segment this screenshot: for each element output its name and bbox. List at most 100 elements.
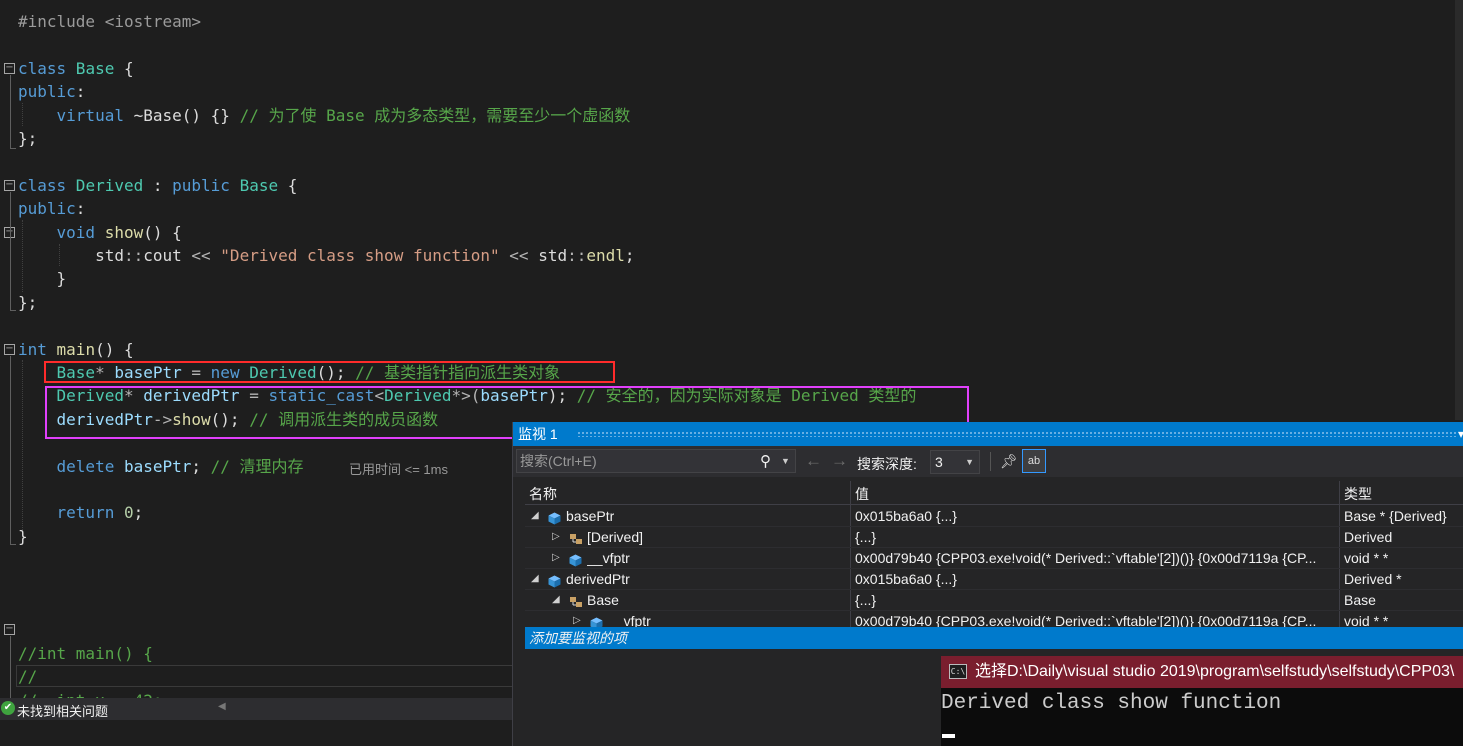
fold-guide [10,75,11,148]
search-depth-label: 搜索深度: [857,456,917,472]
expanded-arrow-icon[interactable]: ◢ [552,590,560,610]
code-token: << [499,246,539,265]
code-token: "Derived class show function" [220,246,500,265]
code-token: endl [586,246,625,265]
code-line[interactable]: }; [18,127,37,150]
watch-name-cell: derivedPtr [566,571,630,587]
code-token: << [181,246,221,265]
object-icon [548,573,561,588]
code-token: 0 [114,503,134,523]
indent-guide [22,103,23,126]
fold-toggle-icon[interactable]: − [4,63,15,74]
watch-value-cell: 0x015ba6a0 {...} [855,508,957,524]
expanded-arrow-icon[interactable]: ◢ [531,506,539,526]
code-token: return [18,503,115,523]
code-token: public [18,82,76,102]
code-line[interactable]: virtual ~Base() {} // 为了使 Base 成为多态类型，需要… [18,104,631,127]
watch-toolbar: 搜索(Ctrl+E) ⚲ ▼ ← → 搜索深度: 3 ▼ 📌︎ ab [513,446,1463,477]
code-token: // 清理内存 [210,456,304,476]
fold-toggle-icon[interactable]: − [4,344,15,355]
console-app-icon: C:\ [949,664,967,679]
watch-row[interactable]: ◢ basePtr 0x015ba6a0 {...} Base * {Derived} [525,506,1463,527]
code-line[interactable]: #include <iostream> [18,10,201,33]
add-watch-item[interactable]: 添加要监视的项 [525,627,1463,649]
code-token: ~Base() {} [123,105,240,125]
chevron-down-icon: ▼ [965,457,974,467]
pin-icon[interactable]: 📌︎ [998,450,1020,472]
code-line[interactable]: class Derived : public Base { [18,174,297,197]
column-header-type[interactable]: 类型 [1344,484,1372,504]
watch-row[interactable]: ▷ __vfptr 0x00d79b40 {CPP03.exe!void(* Der… [525,548,1463,569]
code-line[interactable]: void show() { [18,221,182,244]
code-token: basePtr [114,456,192,476]
fold-guide [10,192,11,310]
window-menu-icon[interactable]: ▾ [1458,422,1463,446]
fold-guide [10,636,11,698]
indent-guide [22,220,23,292]
object-icon [590,615,603,630]
code-token: // 为了使 Base 成为多态类型，需要至少一个虚函数 [239,105,631,125]
column-header-name[interactable]: 名称 [529,484,557,504]
expanded-arrow-icon[interactable]: ◢ [531,569,539,589]
watch-type-cell: Derived * [1344,571,1402,587]
issues-status[interactable]: 未找到相关问题 [17,701,108,720]
collapsed-arrow-icon[interactable]: ▷ [552,548,560,568]
hex-display-icon[interactable]: ab [1022,449,1046,473]
code-token: () { [95,339,134,359]
editor-scrollbar[interactable] [1455,0,1463,420]
code-line[interactable]: std::cout << "Derived class show functio… [18,244,634,267]
code-line[interactable]: } [18,267,67,290]
fold-guide-end [10,544,16,545]
code-token: } [18,269,67,289]
arrow-left-icon[interactable]: ← [805,451,822,471]
object-icon [548,510,561,525]
code-token: :: [567,246,587,265]
search-depth-value: 3 [935,454,943,470]
perf-tip[interactable]: 已用时间 <= 1ms [349,459,448,478]
indent-guide [22,360,23,530]
code-token: void [18,222,96,242]
watch-title-bar[interactable]: 监视 1 ▾ [513,422,1463,446]
class-icon [569,531,582,544]
code-token: () { [143,222,182,242]
scroll-left-icon[interactable]: ◀ [218,701,226,712]
console-cursor [942,734,955,738]
search-input[interactable]: 搜索(Ctrl+E) [516,449,796,473]
code-line[interactable]: delete basePtr; // 清理内存 [18,455,304,478]
fold-guide [10,356,11,544]
current-line-highlight [16,665,513,687]
code-line[interactable]: //int main() { [18,642,153,665]
indent-guide [59,244,60,266]
code-token: Base [66,58,115,78]
watch-value-cell: 0x00d79b40 {CPP03.exe!void(* Derived::`v… [855,550,1317,566]
grid-header: 名称 值 类型 [525,481,1463,505]
chevron-down-icon[interactable]: ▼ [781,456,790,466]
fold-toggle-icon[interactable]: − [4,624,15,635]
check-icon[interactable]: ✔ [1,701,15,715]
watch-value-cell: {...} [855,592,877,608]
code-token: virtual [18,105,124,125]
console-window: C:\ 选择D:\Daily\visual studio 2019\progra… [941,656,1463,746]
watch-value-cell: 0x015ba6a0 {...} [855,571,957,587]
code-token: public [18,199,76,219]
fold-toggle-icon[interactable]: − [4,180,15,191]
column-header-value[interactable]: 值 [855,484,869,504]
watch-row[interactable]: ◢ derivedPtr 0x015ba6a0 {...} Derived * [525,569,1463,590]
code-token: { [114,58,134,78]
watch-value-cell: {...} [855,529,877,545]
code-line[interactable]: class Base { [18,57,134,80]
code-line[interactable]: }; [18,291,37,314]
search-icon[interactable]: ⚲ [760,452,782,472]
code-token: Derived [66,175,144,195]
code-line[interactable]: public: [18,197,85,220]
search-depth-select[interactable]: 3 ▼ [930,450,980,474]
arrow-right-icon[interactable]: → [831,451,848,471]
watch-row[interactable]: ◢ Base {...} Base [525,590,1463,611]
collapsed-arrow-icon[interactable]: ▷ [552,527,560,547]
console-title-bar[interactable]: C:\ 选择D:\Daily\visual studio 2019\progra… [941,656,1463,688]
code-line[interactable]: public: [18,80,85,103]
code-line[interactable]: return 0; [18,501,144,524]
code-token: ; [191,456,211,476]
code-line[interactable]: int main() { [18,338,134,361]
watch-row[interactable]: ▷ [Derived] {...} Derived [525,527,1463,548]
